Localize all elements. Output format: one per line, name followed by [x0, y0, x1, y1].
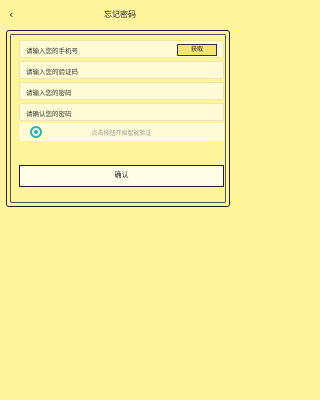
verify-text: 点击按钮开始智能验证	[91, 130, 152, 137]
phone-field[interactable]: 请输入您的手机号 获取	[19, 40, 224, 58]
top-bar: ‹ 忘记密码	[0, 0, 240, 30]
page-title: 忘记密码	[104, 10, 136, 19]
form-card: 请输入您的手机号 获取 请输入您的验证码 请输入您的密码 请确认您的密码 点击按…	[6, 30, 230, 207]
phone-placeholder: 请输入您的手机号	[26, 47, 78, 55]
code-placeholder: 请输入您的验证码	[26, 68, 78, 76]
form-card-inner: 请输入您的手机号 获取 请输入您的验证码 请输入您的密码 请确认您的密码 点击按…	[10, 34, 226, 203]
get-code-button[interactable]: 获取	[177, 44, 217, 56]
confirm-password-placeholder: 请确认您的密码	[26, 110, 72, 118]
code-field[interactable]: 请输入您的验证码	[19, 61, 224, 79]
confirm-button[interactable]: 确认	[19, 165, 224, 187]
password-placeholder: 请输入您的密码	[26, 89, 72, 97]
password-field[interactable]: 请输入您的密码	[19, 82, 224, 100]
smart-verify-row[interactable]: 点击按钮开始智能验证	[19, 123, 224, 141]
confirm-password-field[interactable]: 请确认您的密码	[19, 103, 224, 121]
